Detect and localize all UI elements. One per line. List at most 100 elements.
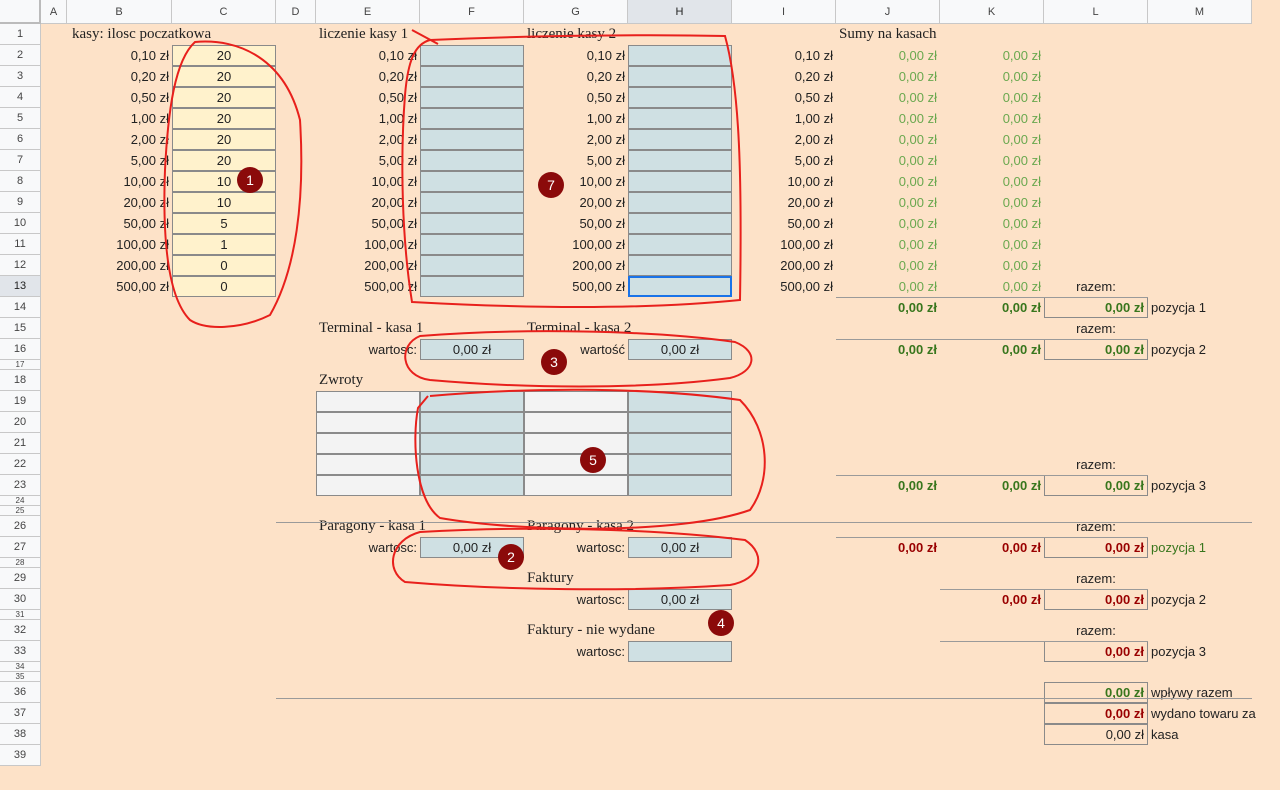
- row-header-13[interactable]: 13: [0, 276, 41, 297]
- terminal-1-value[interactable]: 0,00 zł: [420, 339, 524, 360]
- return-description-1[interactable]: [316, 475, 420, 496]
- row-header-35[interactable]: 35: [0, 672, 41, 682]
- row-header-10[interactable]: 10: [0, 213, 41, 234]
- return-description-2[interactable]: [524, 391, 628, 412]
- return-description-1[interactable]: [316, 391, 420, 412]
- row-header-7[interactable]: 7: [0, 150, 41, 171]
- initial-count-cell[interactable]: 20: [172, 87, 276, 108]
- invoices-value[interactable]: 0,00 zł: [628, 589, 732, 610]
- column-header-e[interactable]: E: [316, 0, 420, 24]
- count-register-1-input[interactable]: [420, 192, 524, 213]
- row-header-34[interactable]: 34: [0, 662, 41, 672]
- count-register-1-input[interactable]: [420, 255, 524, 276]
- return-amount-2[interactable]: [628, 454, 732, 475]
- row-header-3[interactable]: 3: [0, 66, 41, 87]
- row-header-12[interactable]: 12: [0, 255, 41, 276]
- row-header-18[interactable]: 18: [0, 370, 41, 391]
- count-register-2-input[interactable]: [628, 234, 732, 255]
- select-all-corner[interactable]: [0, 0, 41, 24]
- count-register-2-input[interactable]: [628, 192, 732, 213]
- row-header-5[interactable]: 5: [0, 108, 41, 129]
- row-header-1[interactable]: 1: [0, 24, 41, 45]
- row-header-24[interactable]: 24: [0, 496, 41, 506]
- count-register-2-input[interactable]: [628, 45, 732, 66]
- initial-count-cell[interactable]: 0: [172, 255, 276, 276]
- count-register-1-input[interactable]: [420, 45, 524, 66]
- column-header-c[interactable]: C: [172, 0, 276, 24]
- row-header-2[interactable]: 2: [0, 45, 41, 66]
- row-header-37[interactable]: 37: [0, 703, 41, 724]
- initial-count-cell[interactable]: 20: [172, 66, 276, 87]
- count-register-1-input[interactable]: [420, 87, 524, 108]
- return-description-2[interactable]: [524, 454, 628, 475]
- row-header-28[interactable]: 28: [0, 558, 41, 568]
- row-header-30[interactable]: 30: [0, 589, 41, 610]
- count-register-1-input[interactable]: [420, 171, 524, 192]
- return-amount-2[interactable]: [628, 391, 732, 412]
- column-header-h[interactable]: H: [628, 0, 732, 24]
- count-register-2-input[interactable]: [628, 129, 732, 150]
- count-register-1-input[interactable]: [420, 213, 524, 234]
- row-header-6[interactable]: 6: [0, 129, 41, 150]
- count-register-2-input[interactable]: [628, 87, 732, 108]
- row-header-4[interactable]: 4: [0, 87, 41, 108]
- column-header-j[interactable]: J: [836, 0, 940, 24]
- initial-count-cell[interactable]: 20: [172, 45, 276, 66]
- column-header-f[interactable]: F: [420, 0, 524, 24]
- count-register-2-input[interactable]: [628, 213, 732, 234]
- row-header-36[interactable]: 36: [0, 682, 41, 703]
- return-description-2[interactable]: [524, 412, 628, 433]
- row-header-29[interactable]: 29: [0, 568, 41, 589]
- row-header-21[interactable]: 21: [0, 433, 41, 454]
- row-header-38[interactable]: 38: [0, 724, 41, 745]
- initial-count-cell[interactable]: 1: [172, 234, 276, 255]
- column-header-a[interactable]: A: [41, 0, 67, 24]
- return-description-1[interactable]: [316, 433, 420, 454]
- row-header-11[interactable]: 11: [0, 234, 41, 255]
- return-amount-2[interactable]: [628, 475, 732, 496]
- return-amount-1[interactable]: [420, 475, 524, 496]
- column-header-m[interactable]: M: [1148, 0, 1252, 24]
- return-amount-1[interactable]: [420, 391, 524, 412]
- row-header-31[interactable]: 31: [0, 610, 41, 620]
- return-amount-2[interactable]: [628, 412, 732, 433]
- column-header-d[interactable]: D: [276, 0, 316, 24]
- initial-count-cell[interactable]: 5: [172, 213, 276, 234]
- count-register-1-input[interactable]: [420, 108, 524, 129]
- row-header-17[interactable]: 17: [0, 360, 41, 370]
- count-register-1-input[interactable]: [420, 234, 524, 255]
- row-header-22[interactable]: 22: [0, 454, 41, 475]
- initial-count-cell[interactable]: 20: [172, 129, 276, 150]
- receipts-2-value[interactable]: 0,00 zł: [628, 537, 732, 558]
- row-header-25[interactable]: 25: [0, 506, 41, 516]
- return-description-2[interactable]: [524, 475, 628, 496]
- row-header-26[interactable]: 26: [0, 516, 41, 537]
- return-amount-1[interactable]: [420, 433, 524, 454]
- count-register-1-input[interactable]: [420, 66, 524, 87]
- return-description-1[interactable]: [316, 454, 420, 475]
- row-header-19[interactable]: 19: [0, 391, 41, 412]
- count-register-2-input[interactable]: [628, 108, 732, 129]
- column-header-g[interactable]: G: [524, 0, 628, 24]
- row-header-33[interactable]: 33: [0, 641, 41, 662]
- column-header-i[interactable]: I: [732, 0, 836, 24]
- return-description-2[interactable]: [524, 433, 628, 454]
- terminal-2-value[interactable]: 0,00 zł: [628, 339, 732, 360]
- column-header-k[interactable]: K: [940, 0, 1044, 24]
- column-header-l[interactable]: L: [1044, 0, 1148, 24]
- count-register-1-input[interactable]: [420, 276, 524, 297]
- count-register-2-input[interactable]: [628, 150, 732, 171]
- row-header-14[interactable]: 14: [0, 297, 41, 318]
- row-header-8[interactable]: 8: [0, 171, 41, 192]
- count-register-1-input[interactable]: [420, 129, 524, 150]
- count-register-1-input[interactable]: [420, 150, 524, 171]
- column-header-b[interactable]: B: [67, 0, 172, 24]
- initial-count-cell[interactable]: 0: [172, 276, 276, 297]
- count-register-2-input[interactable]: [628, 66, 732, 87]
- row-header-16[interactable]: 16: [0, 339, 41, 360]
- unissued-invoices-value[interactable]: [628, 641, 732, 662]
- return-amount-2[interactable]: [628, 433, 732, 454]
- row-header-23[interactable]: 23: [0, 475, 41, 496]
- row-header-39[interactable]: 39: [0, 745, 41, 766]
- row-header-27[interactable]: 27: [0, 537, 41, 558]
